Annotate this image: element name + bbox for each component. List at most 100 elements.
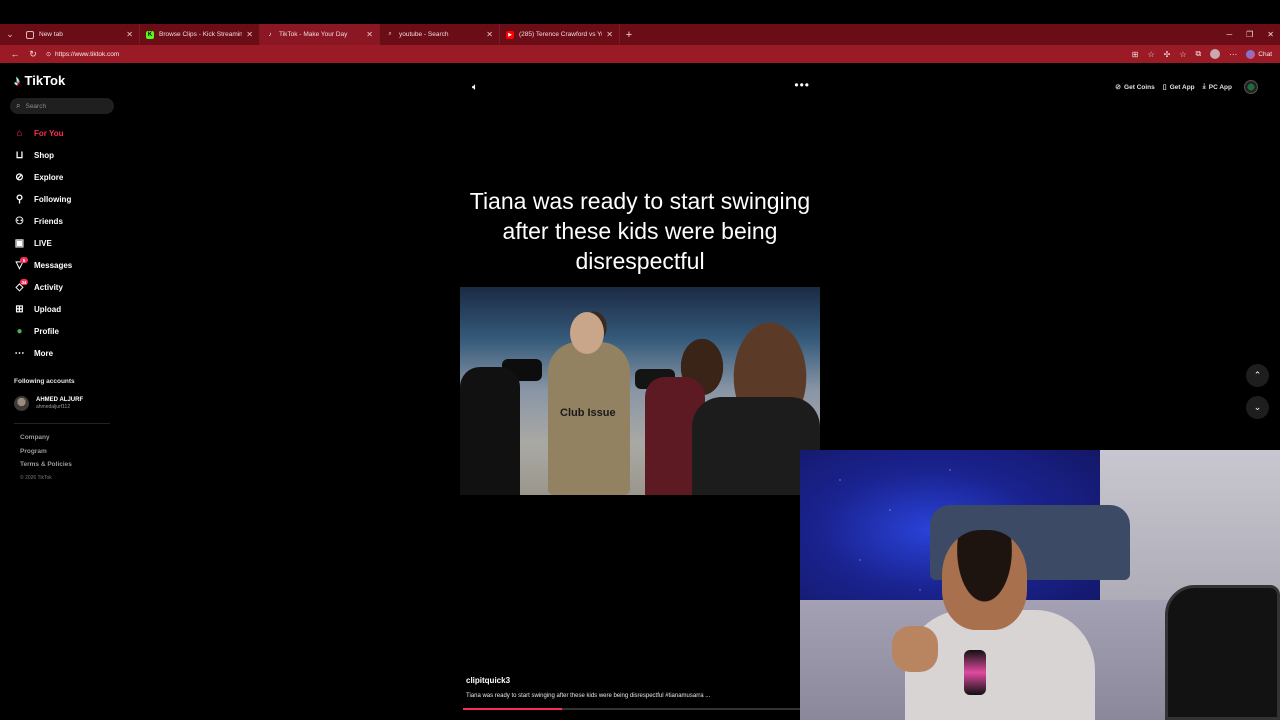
user-avatar[interactable] xyxy=(1244,80,1258,94)
tiktok-logo[interactable]: ♪ TikTok xyxy=(14,73,65,88)
video-author[interactable]: clipitquick3 xyxy=(466,676,510,685)
following-icon: ⚲ xyxy=(15,193,24,205)
bookmark-star-icon[interactable]: ☆ xyxy=(1148,50,1155,59)
chat-button[interactable]: Chat xyxy=(1246,49,1272,59)
search-input[interactable] xyxy=(25,102,106,110)
screen: ⌄ New tab ✕ K Browse Clips - Kick Stream… xyxy=(0,0,1280,720)
tab-youtube-search[interactable]: ⌕ youtube - Search ✕ xyxy=(380,24,500,45)
close-icon[interactable]: ✕ xyxy=(366,30,373,39)
tiktok-note-icon: ♪ xyxy=(14,73,21,88)
pc-app-label: PC App xyxy=(1208,83,1232,91)
close-window-icon[interactable]: ✕ xyxy=(1267,30,1274,39)
following-account-handle: ahmedaljurf112 xyxy=(36,404,71,410)
sidebar-item-more[interactable]: ⋯ More xyxy=(13,342,72,364)
back-arrow-icon[interactable]: ← xyxy=(6,49,24,59)
tab-youtube-video[interactable]: ▶ (285) Terence Crawford vs Yuriorki ✕ xyxy=(500,24,620,45)
sidebar-nav: ⌂ For You ⊔ Shop ⊘ Explore ⚲ Following ⚇… xyxy=(13,122,73,364)
sidebar-item-for-you[interactable]: ⌂ For You xyxy=(13,122,72,144)
sidebar-item-activity[interactable]: ◇ 34 Activity xyxy=(13,276,72,298)
previous-video-chevron-up-icon[interactable]: ⌃ xyxy=(1246,364,1269,387)
copilot-icon xyxy=(1246,49,1256,59)
sidebar-item-upload[interactable]: ⊞ Upload xyxy=(13,298,72,320)
toolbar-right: ⊞ ☆ ✣ ☆ ⧉ ⋯ Chat xyxy=(1132,45,1272,63)
reload-icon[interactable]: ↻ xyxy=(24,49,42,60)
sidebar-item-label: Shop xyxy=(34,150,54,160)
shirt-print-text: Club Issue xyxy=(560,407,616,419)
new-tab-plus-icon[interactable]: + xyxy=(620,29,638,41)
site-info-icon[interactable]: ⊙ xyxy=(46,51,51,58)
streamer-webcam-overlay xyxy=(800,450,1280,720)
sidebar-item-profile[interactable]: ● Profile xyxy=(13,320,72,342)
close-icon[interactable]: ✕ xyxy=(606,30,613,39)
sidebar-item-label: For You xyxy=(34,128,64,138)
sidebar-item-label: Profile xyxy=(34,326,59,336)
menu-dots-icon[interactable]: ⋯ xyxy=(1229,50,1237,59)
sidebar-item-label: LIVE xyxy=(34,238,52,248)
sidebar-item-label: Activity xyxy=(34,282,63,292)
video-progress-bar[interactable] xyxy=(463,708,817,710)
get-coins-label: Get Coins xyxy=(1124,83,1155,91)
logo-text: TikTok xyxy=(24,73,66,88)
following-account-name: AHMED ALJURF xyxy=(36,397,84,403)
search-box[interactable]: ⌕ xyxy=(10,98,114,114)
download-icon: ⤓ xyxy=(1202,83,1206,90)
coin-icon: ⊘ xyxy=(1115,84,1122,91)
pc-app-button[interactable]: ⤓ PC App xyxy=(1203,83,1232,91)
tab-list-chevron-icon[interactable]: ⌄ xyxy=(0,24,20,45)
minimize-icon[interactable]: ─ xyxy=(1226,30,1232,39)
video-player[interactable]: 🔈︎ ••• Tiana was ready to start swinging… xyxy=(460,63,820,713)
gaming-chair xyxy=(1165,585,1280,720)
sidebar-item-label: Following xyxy=(34,194,72,204)
following-account-item[interactable]: AHMED ALJURF ahmedaljurf112 xyxy=(14,396,83,411)
following-accounts-heading: Following accounts xyxy=(14,378,75,385)
video-more-options-icon[interactable]: ••• xyxy=(794,78,810,92)
newtab-icon xyxy=(26,30,34,39)
sidebar-item-shop[interactable]: ⊔ Shop xyxy=(13,144,72,166)
get-app-label: Get App xyxy=(1169,83,1195,91)
sidebar-item-label: Upload xyxy=(34,304,62,314)
sidebar-item-label: Explore xyxy=(34,172,64,182)
url-text: https://www.tiktok.com xyxy=(55,50,120,58)
close-icon[interactable]: ✕ xyxy=(486,30,493,39)
tab-tiktok[interactable]: ♪ TikTok - Make Your Day ✕ xyxy=(260,24,380,45)
sidebar: ♪ TikTok ⌕ ⌂ For You ⊔ Shop ⊘ Explore ⚲ … xyxy=(0,63,125,720)
top-black-strip xyxy=(0,0,1280,24)
tab-title: Browse Clips - Kick Streaming xyxy=(159,31,243,38)
messages-badge: 5 xyxy=(20,257,28,263)
close-icon[interactable]: ✕ xyxy=(126,30,133,39)
tab-title: New tab xyxy=(39,31,63,38)
profile-avatar[interactable] xyxy=(1210,49,1221,59)
activity-badge: 34 xyxy=(20,279,28,285)
volume-icon[interactable]: 🔈︎ xyxy=(472,82,478,93)
url-field[interactable]: ⊙ https://www.tiktok.com xyxy=(46,51,119,58)
get-app-button[interactable]: ▯ Get App xyxy=(1162,83,1195,92)
sidebar-item-friends[interactable]: ⚇ Friends xyxy=(13,210,72,232)
following-account-text: AHMED ALJURF ahmedaljurf112 xyxy=(36,397,83,410)
footer-link-terms[interactable]: Terms & Policies xyxy=(20,461,72,475)
app-install-icon[interactable]: ⊞ xyxy=(1132,50,1139,59)
close-icon[interactable]: ✕ xyxy=(246,30,253,39)
header-actions: ⊘ Get Coins ▯ Get App ⤓ PC App xyxy=(1115,80,1258,94)
tab-kick[interactable]: K Browse Clips - Kick Streaming ✕ xyxy=(140,24,260,45)
sidebar-item-following[interactable]: ⚲ Following xyxy=(13,188,72,210)
footer-link-program[interactable]: Program xyxy=(20,448,72,462)
footer-link-company[interactable]: Company xyxy=(20,434,72,448)
restore-icon[interactable]: ❐ xyxy=(1246,30,1253,39)
phone-icon: ▯ xyxy=(1162,84,1167,91)
scene-person-head xyxy=(570,312,604,354)
search-icon: ⌕ xyxy=(16,101,21,110)
copyright: © 2026 TikTok xyxy=(20,474,52,481)
avatar xyxy=(14,396,29,411)
favorites-icon[interactable]: ☆ xyxy=(1179,50,1186,59)
extensions-icon[interactable]: ✣ xyxy=(1164,50,1171,59)
streamer-hand xyxy=(892,626,938,672)
tab-title: (285) Terence Crawford vs Yuriorki xyxy=(519,31,602,38)
get-coins-button[interactable]: ⊘ Get Coins xyxy=(1115,83,1155,92)
sidebar-item-messages[interactable]: ▽ 5 Messages xyxy=(13,254,72,276)
sidebar-item-explore[interactable]: ⊘ Explore xyxy=(13,166,72,188)
collections-icon[interactable]: ⧉ xyxy=(1196,49,1202,59)
sidebar-item-live[interactable]: ▣ LIVE xyxy=(13,232,72,254)
next-video-chevron-down-icon[interactable]: ⌄ xyxy=(1246,396,1269,419)
tab-new-tab[interactable]: New tab ✕ xyxy=(20,24,140,45)
video-description: Tiana was ready to start swinging after … xyxy=(466,693,711,699)
